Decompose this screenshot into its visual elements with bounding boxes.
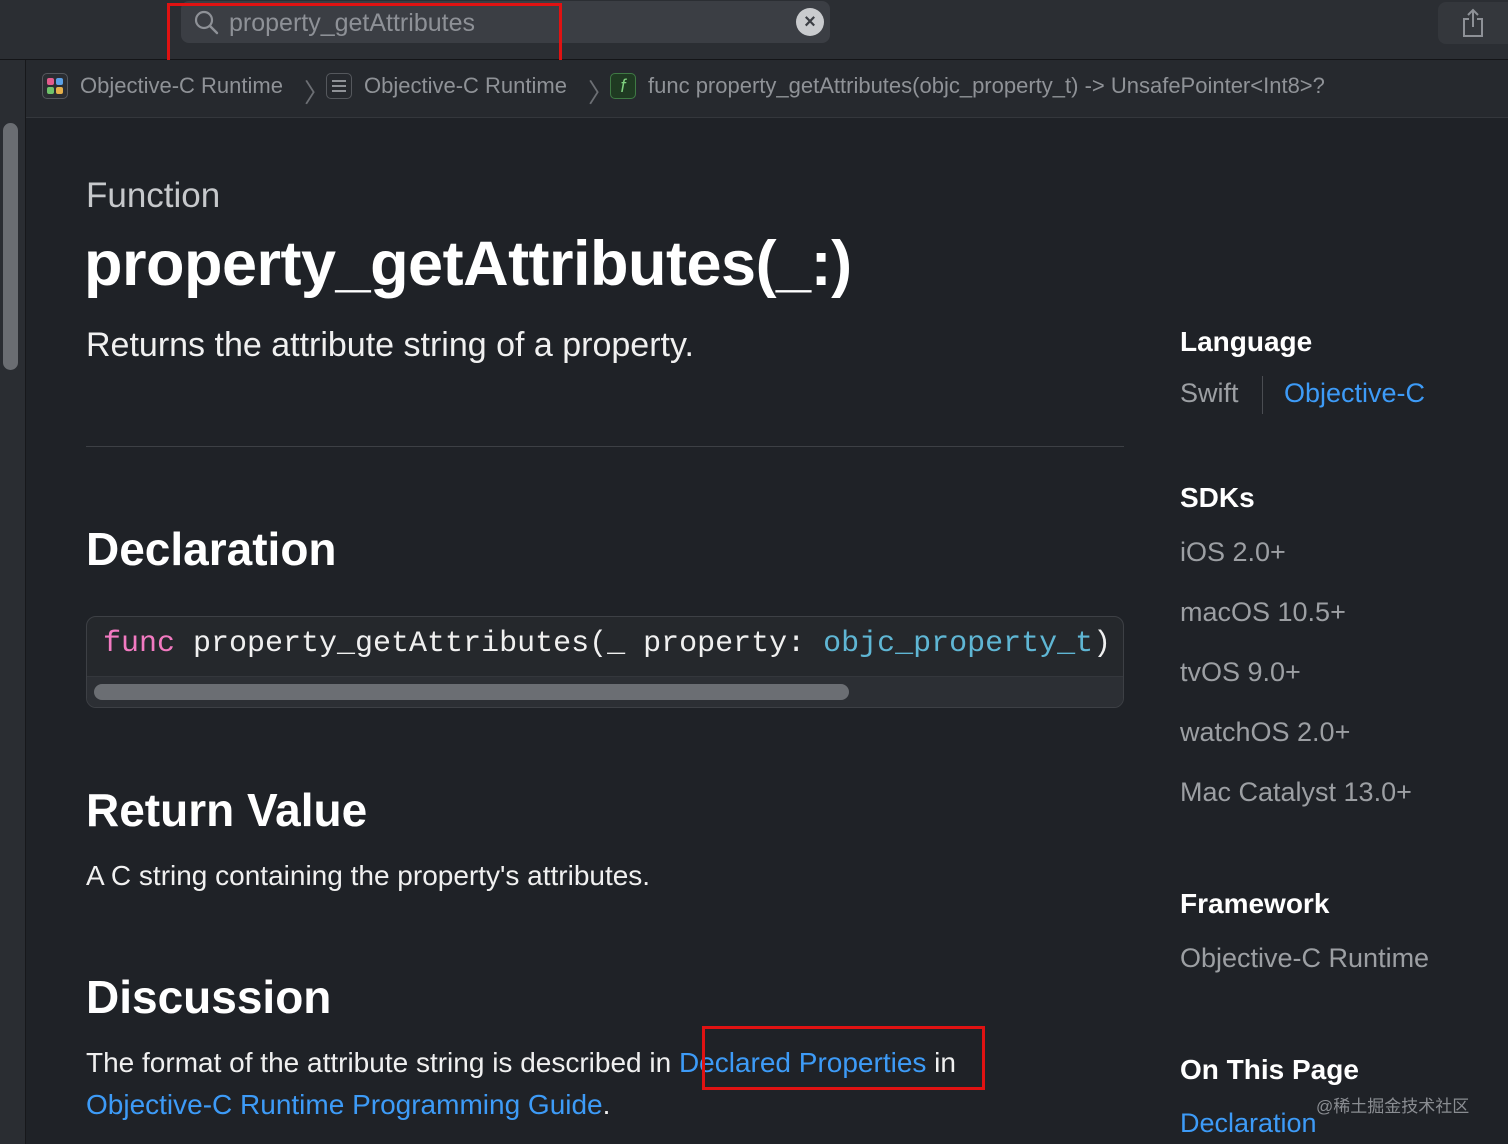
framework-heading: Framework bbox=[1180, 888, 1330, 919]
discussion-heading: Discussion bbox=[86, 971, 332, 1023]
breadcrumb: Objective-C Runtime 〉 Objective-C Runtim… bbox=[26, 60, 1508, 118]
abstract: Returns the attribute string of a proper… bbox=[86, 326, 694, 364]
code-keyword: func bbox=[103, 627, 176, 661]
breadcrumb-item-function[interactable]: f func property_getAttributes(objc_prope… bbox=[610, 73, 1325, 99]
framework-icon bbox=[42, 73, 68, 99]
language-swift[interactable]: Swift bbox=[1180, 378, 1239, 409]
code-rest: ) -> UnsafePointer<Int8>? bbox=[1093, 627, 1123, 661]
sdk-tvos: tvOS 9.0+ bbox=[1180, 657, 1301, 687]
divider bbox=[86, 446, 1124, 447]
declaration-heading: Declaration bbox=[86, 523, 337, 575]
watermark: @稀土掘金技术社区 bbox=[1316, 1097, 1470, 1116]
on-this-page-heading: On This Page bbox=[1180, 1054, 1359, 1085]
language-heading: Language bbox=[1180, 326, 1313, 357]
page-title: property_getAttributes(_:) bbox=[84, 229, 852, 299]
code-name: property_getAttributes(_ property: bbox=[175, 627, 824, 661]
declaration-code-block[interactable]: func property_getAttributes(_ property: … bbox=[86, 616, 1124, 708]
sdk-mac-catalyst: Mac Catalyst 13.0+ bbox=[1180, 777, 1412, 807]
breadcrumb-label: func property_getAttributes(objc_propert… bbox=[648, 73, 1325, 98]
function-icon: f bbox=[610, 73, 636, 99]
sdk-watchos: watchOS 2.0+ bbox=[1180, 717, 1351, 747]
code-type[interactable]: objc_property_t bbox=[823, 627, 1093, 661]
discussion-text-part: . bbox=[602, 1089, 611, 1120]
share-button[interactable] bbox=[1438, 2, 1508, 44]
list-icon bbox=[326, 73, 352, 99]
return-value-text: A C string containing the property's att… bbox=[86, 860, 651, 891]
breadcrumb-label: Objective-C Runtime bbox=[364, 73, 567, 98]
vertical-scrollbar[interactable] bbox=[3, 123, 18, 370]
sdks-heading: SDKs bbox=[1180, 482, 1255, 513]
clear-search-button[interactable]: × bbox=[796, 8, 824, 36]
breadcrumb-item-collection[interactable]: Objective-C Runtime bbox=[326, 73, 567, 99]
link-highlight-box bbox=[702, 1026, 985, 1090]
on-this-page-declaration-link[interactable]: Declaration bbox=[1180, 1108, 1317, 1139]
runtime-guide-link[interactable]: Objective-C Runtime Programming Guide bbox=[86, 1089, 603, 1120]
language-separator bbox=[1262, 376, 1263, 414]
discussion-text-part: The format of the attribute string is de… bbox=[86, 1047, 679, 1078]
return-value-heading: Return Value bbox=[86, 784, 368, 836]
breadcrumb-item-framework[interactable]: Objective-C Runtime bbox=[42, 73, 283, 99]
language-objective-c[interactable]: Objective-C bbox=[1284, 378, 1425, 409]
horizontal-scrollbar-track bbox=[87, 676, 1123, 707]
clear-icon: × bbox=[804, 11, 816, 33]
declaration-code: func property_getAttributes(_ property: … bbox=[103, 627, 1123, 661]
symbol-kind: Function bbox=[86, 176, 221, 215]
sdk-macos: macOS 10.5+ bbox=[1180, 597, 1346, 627]
breadcrumb-label: Objective-C Runtime bbox=[80, 73, 283, 98]
horizontal-scrollbar[interactable] bbox=[94, 684, 849, 700]
framework-link[interactable]: Objective-C Runtime bbox=[1180, 943, 1429, 974]
sdk-ios: iOS 2.0+ bbox=[1180, 537, 1286, 567]
share-icon bbox=[1463, 8, 1483, 37]
